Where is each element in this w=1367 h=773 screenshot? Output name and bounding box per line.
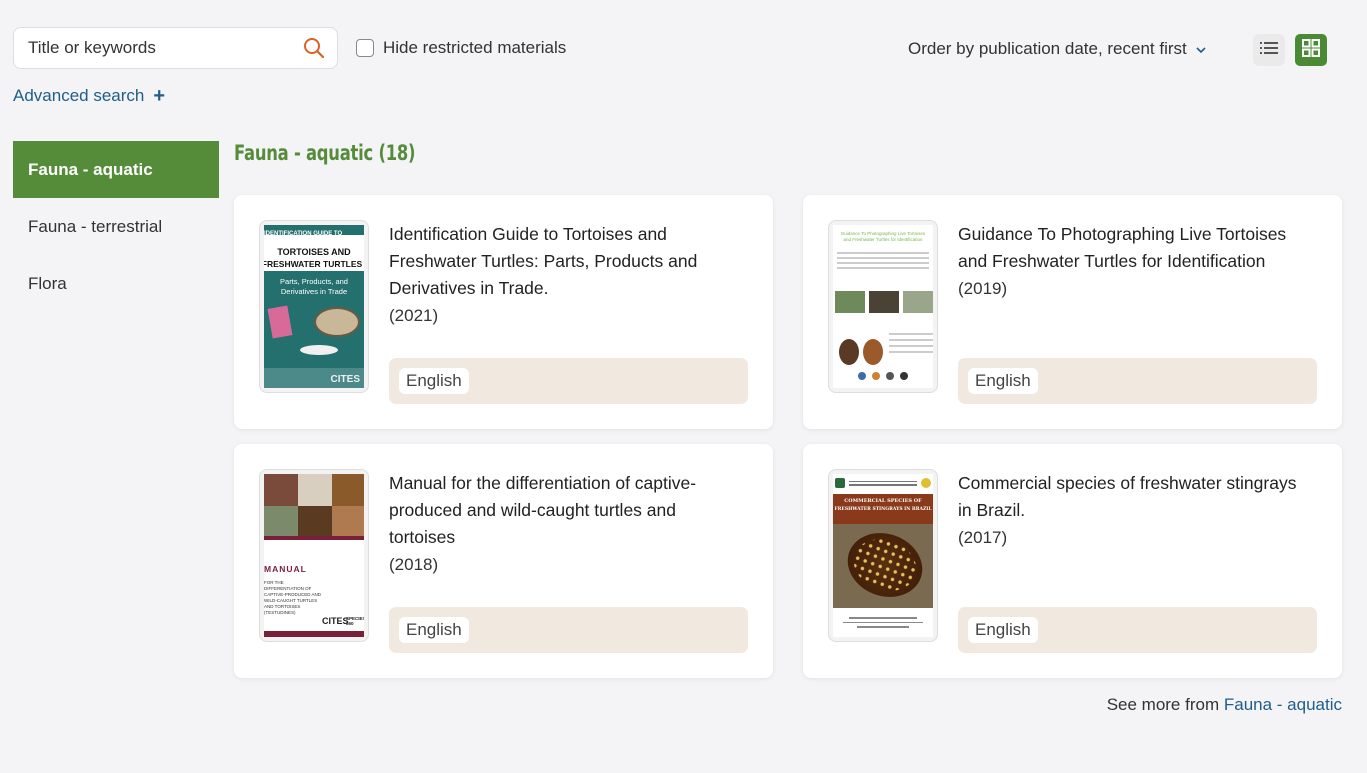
document-card[interactable]: Guidance To Photographing Live Tortoises… (803, 195, 1342, 429)
stingray-photo (833, 522, 933, 608)
hide-restricted-checkbox[interactable] (356, 39, 374, 57)
language-bar: English (389, 607, 748, 653)
sidebar-item-fauna-terrestrial[interactable]: Fauna - terrestrial (13, 198, 219, 255)
cover-text-block (889, 329, 933, 369)
see-more-prefix: See more from (1106, 695, 1220, 714)
document-title-link[interactable]: Manual for the differentiation of captiv… (389, 470, 739, 578)
sidebar-item-label: Fauna - aquatic (28, 159, 153, 179)
turtle-photo (298, 474, 332, 506)
document-title: Guidance To Photographing Live Tortoises… (958, 224, 1287, 271)
cover-illustration (300, 345, 338, 355)
grid-view-button[interactable] (1295, 34, 1327, 66)
cover-text: Guidance To Photographing Live Tortoises (840, 231, 926, 236)
see-more-link[interactable]: Fauna - aquatic (1224, 695, 1342, 714)
document-card[interactable]: COMMERCIAL SPECIES OF FRESHWATER STINGRA… (803, 444, 1342, 678)
cover-text: MANUAL (264, 564, 307, 574)
sort-label: Order by publication date, recent first (908, 39, 1187, 58)
hide-restricted-label: Hide restricted materials (383, 38, 567, 57)
cites-logo: CITES (322, 616, 349, 626)
language-tag[interactable]: English (968, 617, 1038, 643)
cover-text: FRESHWATER TURTLES (264, 259, 363, 269)
cover-text: IDENTIFICATION GUIDE TO (264, 231, 343, 237)
cover-text: FRESHWATER STINGRAYS IN BRAZIL (834, 507, 932, 512)
document-card[interactable]: MANUAL FOR THE DIFFERENTIATION OF CAPTIV… (234, 444, 773, 678)
sort-dropdown[interactable]: Order by publication date, recent first (908, 39, 1207, 59)
cover-illustration (267, 305, 293, 339)
document-year: (2019) (958, 279, 1008, 298)
turtle-photo (332, 506, 364, 536)
cover-text: Derivatives in Trade (280, 287, 348, 296)
document-title: Manual for the differentiation of captiv… (389, 473, 697, 547)
document-title-link[interactable]: Commercial species of freshwater stingra… (958, 470, 1308, 551)
search-input[interactable] (28, 38, 303, 58)
document-thumbnail[interactable]: Guidance To Photographing Live Tortoises… (828, 220, 938, 393)
hide-restricted-filter[interactable]: Hide restricted materials (356, 38, 566, 58)
turtle-photo (298, 506, 332, 536)
sidebar-item-label: Flora (28, 273, 67, 293)
cover-text: and Freshwater Turtles for Identificatio… (843, 237, 923, 242)
turtle-photo (264, 474, 298, 506)
cover-text: CAPTIVE-PRODUCED AND (264, 592, 322, 597)
search-box[interactable] (13, 27, 338, 69)
advanced-search-label: Advanced search (13, 86, 145, 105)
language-tag[interactable]: English (399, 368, 469, 394)
document-card[interactable]: IDENTIFICATION GUIDE TO TORTOISES AND FR… (234, 195, 773, 429)
document-thumbnail[interactable]: COMMERCIAL SPECIES OF FRESHWATER STINGRA… (828, 469, 938, 642)
sidebar-item-label: Fauna - terrestrial (28, 216, 163, 236)
list-view-button[interactable] (1253, 34, 1285, 66)
see-more: See more from Fauna - aquatic (1107, 695, 1342, 715)
cover-header (833, 476, 933, 490)
sidebar-item-flora[interactable]: Flora (13, 255, 219, 312)
shell-illustration (314, 307, 360, 337)
cites-logo: CITES (330, 374, 360, 385)
cover-text-block (843, 614, 923, 631)
grid-icon (1302, 38, 1320, 62)
language-bar: English (389, 358, 748, 404)
language-bar: English (958, 358, 1317, 404)
cover-text: WILD-CAUGHT TURTLES (264, 598, 318, 603)
chevron-down-icon (1195, 39, 1207, 59)
cover-text: FOR THE (264, 580, 284, 585)
turtle-photo (332, 474, 364, 506)
cover-text: AND TORTOISES (264, 604, 301, 609)
turtle-photo (869, 291, 899, 313)
cover-text: DIFFERENTIATION OF (264, 586, 312, 591)
shell-illustration (863, 339, 883, 365)
section-title: Fauna - aquatic (18) (234, 141, 416, 165)
category-sidebar: Fauna - aquatic Fauna - terrestrial Flor… (13, 141, 219, 312)
document-title: Commercial species of freshwater stingra… (958, 473, 1297, 520)
cover-text: Parts, Products, and (280, 277, 348, 286)
document-title-link[interactable]: Identification Guide to Tortoises and Fr… (389, 221, 739, 329)
turtle-photo (835, 291, 865, 313)
list-icon (1260, 41, 1278, 60)
document-title: Identification Guide to Tortoises and Fr… (389, 224, 698, 298)
language-bar: English (958, 607, 1317, 653)
document-thumbnail[interactable]: MANUAL FOR THE DIFFERENTIATION OF CAPTIV… (259, 469, 369, 642)
cover-text: (TESTUDINES) (264, 610, 296, 615)
search-icon[interactable] (303, 37, 325, 59)
document-year: (2017) (958, 528, 1008, 547)
sidebar-item-fauna-aquatic[interactable]: Fauna - aquatic (13, 141, 219, 198)
plus-icon: + (153, 85, 166, 107)
language-tag[interactable]: English (399, 617, 469, 643)
document-thumbnail[interactable]: IDENTIFICATION GUIDE TO TORTOISES AND FR… (259, 220, 369, 393)
turtle-photo (264, 506, 298, 536)
cover-text-block (837, 249, 929, 279)
turtle-photo (903, 291, 933, 313)
document-year: (2021) (389, 306, 439, 325)
shell-illustration (839, 339, 859, 365)
species360-logo: SPECIES 360 (346, 616, 364, 626)
language-tag[interactable]: English (968, 368, 1038, 394)
partner-logos (833, 372, 933, 384)
document-title-link[interactable]: Guidance To Photographing Live Tortoises… (958, 221, 1308, 302)
advanced-search-link[interactable]: Advanced search + (13, 86, 165, 106)
document-year: (2018) (389, 555, 439, 574)
cover-text: TORTOISES AND (277, 247, 351, 257)
cover-text: COMMERCIAL SPECIES OF (844, 498, 922, 504)
